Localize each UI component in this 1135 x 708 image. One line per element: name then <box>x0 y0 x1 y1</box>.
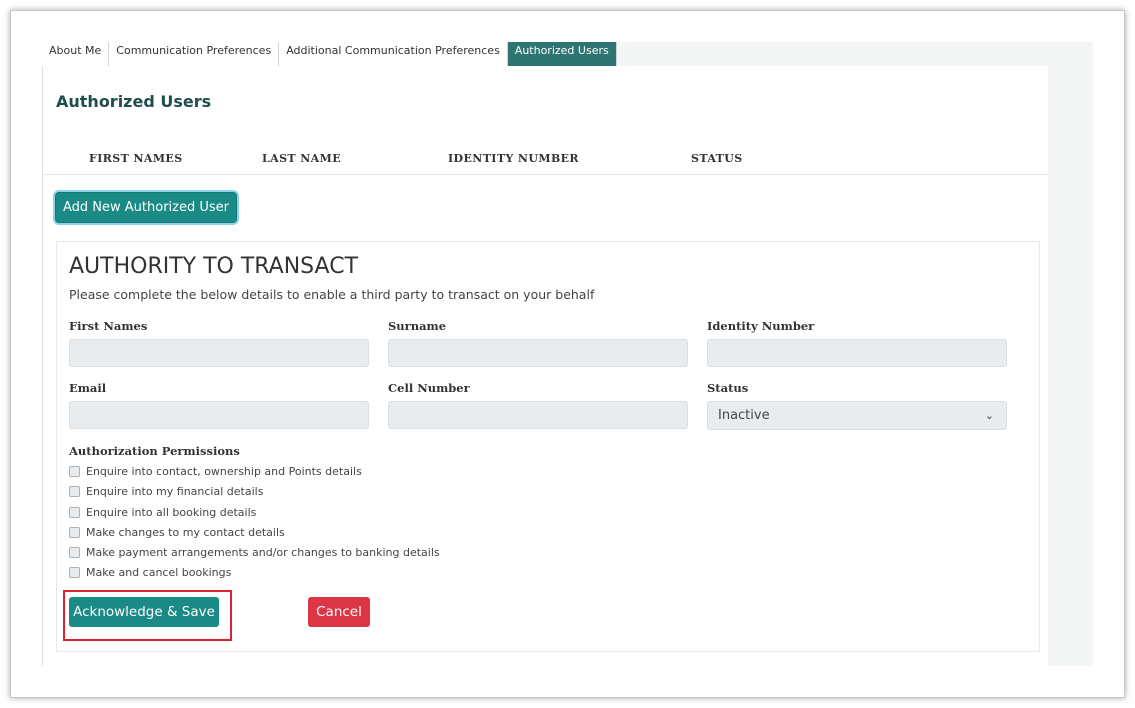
first-names-input[interactable] <box>69 339 369 367</box>
acknowledge-save-button[interactable]: Acknowledge & Save <box>69 597 219 627</box>
column-header-last-name: LAST NAME <box>262 152 341 165</box>
identity-number-label: Identity Number <box>707 319 815 333</box>
permission-checkbox[interactable] <box>69 546 80 558</box>
permission-checkbox[interactable] <box>69 465 80 477</box>
first-names-label: First Names <box>69 319 148 333</box>
identity-number-input[interactable] <box>707 339 1007 367</box>
column-header-status: STATUS <box>691 152 743 165</box>
form-subtext: Please complete the below details to ena… <box>69 287 595 302</box>
tab-additional-communication-preferences[interactable]: Additional Communication Preferences <box>279 42 508 66</box>
permission-label: Make changes to my contact details <box>86 525 285 539</box>
tab-communication-preferences[interactable]: Communication Preferences <box>109 42 280 66</box>
email-label: Email <box>69 381 107 395</box>
permission-item[interactable]: Make changes to my contact details <box>69 525 285 539</box>
cell-number-label: Cell Number <box>388 381 470 395</box>
permission-checkbox[interactable] <box>69 506 80 518</box>
table-divider <box>42 174 1048 175</box>
form-heading: AUTHORITY TO TRANSACT <box>69 254 359 279</box>
add-new-authorized-user-button[interactable]: Add New Authorized User <box>55 192 237 223</box>
surname-input[interactable] <box>388 339 688 367</box>
permission-label: Enquire into all booking details <box>86 505 257 519</box>
tab-authorized-users[interactable]: Authorized Users <box>507 42 617 66</box>
section-title: Authorized Users <box>56 92 212 111</box>
permission-item[interactable]: Enquire into my financial details <box>69 484 263 498</box>
permission-item[interactable]: Enquire into all booking details <box>69 505 256 519</box>
permission-label: Make payment arrangements and/or changes… <box>86 545 440 559</box>
surname-label: Surname <box>388 319 447 333</box>
cell-number-input[interactable] <box>388 401 688 429</box>
email-input[interactable] <box>69 401 369 429</box>
status-selected-value: Inactive <box>718 408 770 423</box>
permission-label: Enquire into contact, ownership and Poin… <box>86 464 362 478</box>
cancel-button[interactable]: Cancel <box>308 597 370 627</box>
chevron-down-icon: ⌄ <box>984 409 994 422</box>
permission-item[interactable]: Make payment arrangements and/or changes… <box>69 545 440 559</box>
permissions-title: Authorization Permissions <box>69 444 240 458</box>
column-header-first-names: FIRST NAMES <box>89 152 183 165</box>
permission-item[interactable]: Make and cancel bookings <box>69 565 231 579</box>
status-select[interactable]: Inactive ⌄ <box>707 401 1007 430</box>
tab-bar: About Me Communication Preferences Addit… <box>42 42 617 66</box>
column-header-identity-number: IDENTITY NUMBER <box>448 152 579 165</box>
permission-label: Make and cancel bookings <box>86 565 232 579</box>
permission-item[interactable]: Enquire into contact, ownership and Poin… <box>69 464 362 478</box>
permission-checkbox[interactable] <box>69 526 80 538</box>
status-label: Status <box>707 381 749 395</box>
permission-checkbox[interactable] <box>69 566 80 578</box>
permission-checkbox[interactable] <box>69 485 80 497</box>
tab-about-me[interactable]: About Me <box>42 42 110 66</box>
permission-label: Enquire into my financial details <box>86 484 264 498</box>
